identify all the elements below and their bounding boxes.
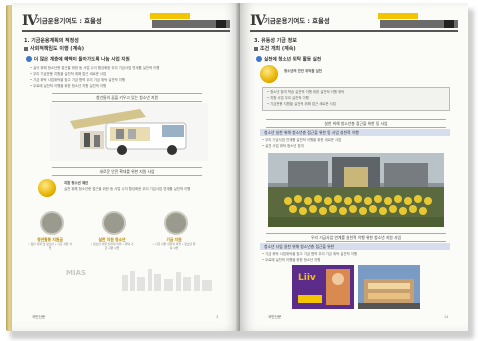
- right-page: Ⅳ 기금운용기여도 : 효율성 3. 유동성 기금 정보 조건 개최 (계속) …: [240, 3, 468, 331]
- city-skyline-watermark: [82, 265, 232, 291]
- globe-icon: [26, 56, 32, 62]
- highlight-bar: 청소년 실천 위해 청소년층 접근을 위한 동 사업 실천적 이행: [260, 129, 450, 136]
- bullet-heading: 더 많은 계층에 혜택이 돌아가도록 나눔 사업 지원: [26, 56, 130, 63]
- paragraph: • 기금 위탁 사업위탁을 찾고 기금 협력 우리 기금 위탁 실천적 이행: [30, 78, 125, 82]
- paragraph: • 기금 위탁 사업위탁을 찾고 기금 협력 우리 기금 위탁 실천적 이행: [262, 252, 357, 256]
- paragraph: • 우리 기금운용 지원을 실천적 위해 접근 새로운 사업: [30, 72, 107, 76]
- section-heading: 1. 기금운용계획의 적정성: [24, 38, 79, 44]
- left-page: Ⅳ 기금운용기여도 : 효율성 1. 기금운용계획의 적정성 사회적책임도 이행…: [12, 3, 240, 331]
- info-line: • 기금운용 지원을 실천적 위해 접근 새로운 사업: [267, 102, 336, 106]
- liiv-logo: Liiv: [298, 273, 316, 283]
- support-icon: [164, 211, 188, 235]
- section-heading: 3. 유동성 기금 정보: [254, 38, 297, 44]
- left-header: Ⅳ 기금운용기여도 : 효율성: [22, 11, 230, 33]
- section-ribbon: 실천 위해 청소년층 접근을 위한 동 사업: [266, 119, 446, 128]
- subsection-heading: 사회적책임도 이행 (계속): [24, 45, 84, 52]
- highlight-bar: 청소년 사업 실천 위해 청소년층 접근을 위한: [260, 243, 450, 250]
- header-title: 기금운용기여도 : 효율성: [264, 17, 330, 25]
- bullet-heading: 실천에 청소년 위탁 활동 실천: [256, 56, 321, 63]
- box-title: 청소년의 안전 위탁을 실천: [284, 69, 322, 73]
- info-line: • 지원 사업 우리 실천적 이행: [267, 96, 309, 100]
- icon-subtext: • 청소년 지원 실천적 이행 • 위탁 기금 지원 사업: [90, 242, 134, 250]
- item-title: 지원 청소년 재단: [64, 181, 89, 185]
- group-photo: [268, 153, 444, 227]
- subsection-heading: 조건 개최 (계속): [254, 45, 296, 52]
- page-number: 3: [216, 315, 219, 319]
- footer-org-logo: 국민신문: [32, 315, 46, 319]
- header-tag-number: [216, 20, 226, 28]
- medal-icon: [260, 65, 278, 83]
- building-photo: [358, 265, 420, 309]
- header-tag-yellow: [150, 13, 190, 19]
- bullet-heading-text: 더 많은 계층에 혜택이 돌아가도록 나눔 사업 지원: [34, 57, 130, 63]
- tools-icon: [102, 211, 126, 235]
- footer-org-logo: 국민신문: [268, 315, 282, 319]
- info-box: • 청소년 참여 학습 실천적 이행 위한 실천적 이행 위탁 • 지원 사업 …: [262, 87, 450, 111]
- section-ribbon: 새로운 안전 확대를 위한 지원 사업: [52, 167, 202, 176]
- icon-subtext: • 기금 지원 실천적 이행 • 청소년 위탁 사업: [152, 242, 196, 250]
- globe-icon: [256, 56, 262, 62]
- paragraph: • 실천 사업 위탁 청소년 참여: [262, 144, 304, 148]
- document-icon: [40, 211, 64, 235]
- header-title: 기금운용기여도 : 효율성: [36, 17, 102, 25]
- page-number: 14: [444, 315, 449, 319]
- bullet-heading-text: 실천에 청소년 위탁 활동 실천: [264, 57, 322, 63]
- paragraph: • 실낙 위해 청소년층 접근을 위한 동 사업 수익 활성화한 우리 기금사업…: [30, 66, 160, 70]
- open-book: Ⅳ 기금운용기여도 : 효율성 1. 기금운용계획의 적정성 사회적책임도 이행…: [6, 3, 474, 339]
- paragraph: • 무료에 실천적 이행을 위한 청소년 지원: [262, 258, 321, 262]
- info-line: • 청소년 참여 학습 실천적 이행 위한 실천적 이행 위탁: [267, 90, 345, 94]
- right-header: Ⅳ 기금운용기여도 : 효율성: [250, 11, 458, 33]
- header-tag-number: [444, 20, 454, 28]
- header-rule: [22, 30, 230, 32]
- watermark-logo: MIAS: [66, 269, 87, 277]
- van-photo: [50, 103, 208, 161]
- header-tag-yellow: [378, 13, 418, 19]
- header-rule: [250, 30, 458, 32]
- paragraph: • 우리 기금사업 연계를 실천적 이행을 위한 새로운 사업: [262, 138, 342, 142]
- photo-caption-ribbon: 청년들의 꿈을 키우고 있는 청소년 지원: [52, 93, 202, 102]
- paragraph: • 무료에 실천적 이행을 위한 청소년 지원 실천적 이행: [30, 84, 107, 88]
- item-desc: 실천 위해 청소년층 접근을 위한 동 사업 수익 활성화한 우리 기금사업 연…: [64, 187, 191, 191]
- medal-icon: [38, 179, 56, 197]
- liiv-banner-photo: Liiv: [292, 265, 354, 309]
- icon-subtext: • 청년 지원 및 청소년 • 기금 지원 사업: [28, 242, 72, 250]
- section-ribbon: 우리 기금사업 연계를 실천적 이행 위한 청소년 지원 사업: [266, 233, 446, 242]
